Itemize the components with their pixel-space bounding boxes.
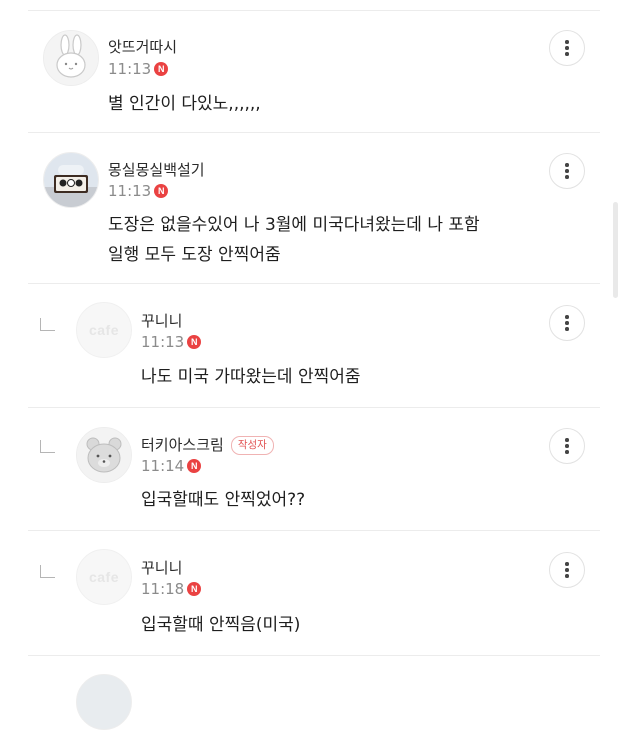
- time-text: 11:13: [108, 182, 152, 200]
- comment-text: 입국할때도 안찍었어??: [141, 485, 305, 515]
- nickname[interactable]: 앗뜨거따시: [108, 36, 177, 57]
- reply-arrow-icon: [40, 318, 55, 331]
- more-vertical-icon: [565, 438, 569, 442]
- comment-line: 별 인간이 다있노,,,,,,: [108, 94, 261, 114]
- next-avatar-partial[interactable]: [76, 674, 132, 730]
- comment-list: 앗뜨거따시 11:13 N 별 인간이 다있노,,,,,, 몽실몽실백설기 11…: [0, 0, 600, 730]
- more-options-button[interactable]: [549, 305, 585, 341]
- bunny-avatar-icon[interactable]: [43, 30, 99, 86]
- cafe-default-avatar[interactable]: cafe: [76, 302, 132, 358]
- comment-time: 11:13 N: [141, 333, 202, 351]
- comment-line: 도장은 없을수있어 나 3월에 미국다녀왔는데 나 포함: [108, 215, 480, 235]
- comment-text: 나도 미국 가따왔는데 안찍어줌: [141, 362, 361, 392]
- photo-avatar-icon[interactable]: [43, 152, 99, 208]
- more-options-button[interactable]: [549, 153, 585, 189]
- bear-avatar-icon[interactable]: [76, 427, 132, 483]
- comment-time: 11:13 N: [108, 60, 169, 78]
- more-vertical-icon: [565, 163, 569, 167]
- comment-line: 입국할때도 안찍었어??: [141, 490, 306, 510]
- divider: [28, 655, 600, 656]
- divider: [28, 132, 600, 133]
- more-vertical-icon: [565, 315, 569, 319]
- comment-text: 도장은 없을수있어 나 3월에 미국다녀왔는데 나 포함 일행 모두 도장 안찍…: [108, 210, 480, 270]
- more-options-button[interactable]: [549, 428, 585, 464]
- nickname-text: 터키아스크림: [141, 436, 224, 454]
- comment-time: 11:18 N: [141, 580, 202, 598]
- comment-time: 11:14 N: [141, 457, 202, 475]
- more-options-button[interactable]: [549, 552, 585, 588]
- scrollbar-thumb[interactable]: [613, 202, 618, 298]
- new-badge-icon: N: [154, 184, 169, 198]
- divider: [28, 530, 600, 531]
- time-text: 11:13: [141, 333, 185, 351]
- comment-text: 별 인간이 다있노,,,,,,: [108, 89, 261, 119]
- nickname[interactable]: 몽실몽실백설기: [108, 159, 205, 180]
- divider: [28, 10, 600, 11]
- time-text: 11:14: [141, 457, 185, 475]
- divider: [28, 407, 600, 408]
- more-vertical-icon: [565, 562, 569, 566]
- nickname[interactable]: 터키아스크림 작성자: [141, 434, 274, 455]
- comment-line: 일행 모두 도장 안찍어줌: [108, 245, 281, 265]
- comment-line: 나도 미국 가따왔는데 안찍어줌: [141, 367, 361, 387]
- new-badge-icon: N: [187, 459, 202, 473]
- new-badge-icon: N: [187, 335, 202, 349]
- time-text: 11:18: [141, 580, 185, 598]
- nickname[interactable]: 꾸니니: [141, 310, 182, 331]
- more-options-button[interactable]: [549, 30, 585, 66]
- new-badge-icon: N: [187, 582, 202, 596]
- cafe-default-avatar[interactable]: cafe: [76, 549, 132, 605]
- new-badge-icon: N: [154, 62, 169, 76]
- cafe-logo-text: cafe: [88, 322, 120, 338]
- time-text: 11:13: [108, 60, 152, 78]
- nickname[interactable]: 꾸니니: [141, 557, 182, 578]
- reply-arrow-icon: [40, 565, 55, 578]
- cafe-logo-text: cafe: [88, 569, 120, 585]
- comment-line: 입국할때 안찍음(미국): [141, 615, 301, 635]
- author-badge: 작성자: [230, 436, 274, 455]
- divider: [28, 283, 600, 284]
- comment-time: 11:13 N: [108, 182, 169, 200]
- comment-text: 입국할때 안찍음(미국): [141, 610, 300, 640]
- reply-arrow-icon: [40, 440, 55, 453]
- more-vertical-icon: [565, 40, 569, 44]
